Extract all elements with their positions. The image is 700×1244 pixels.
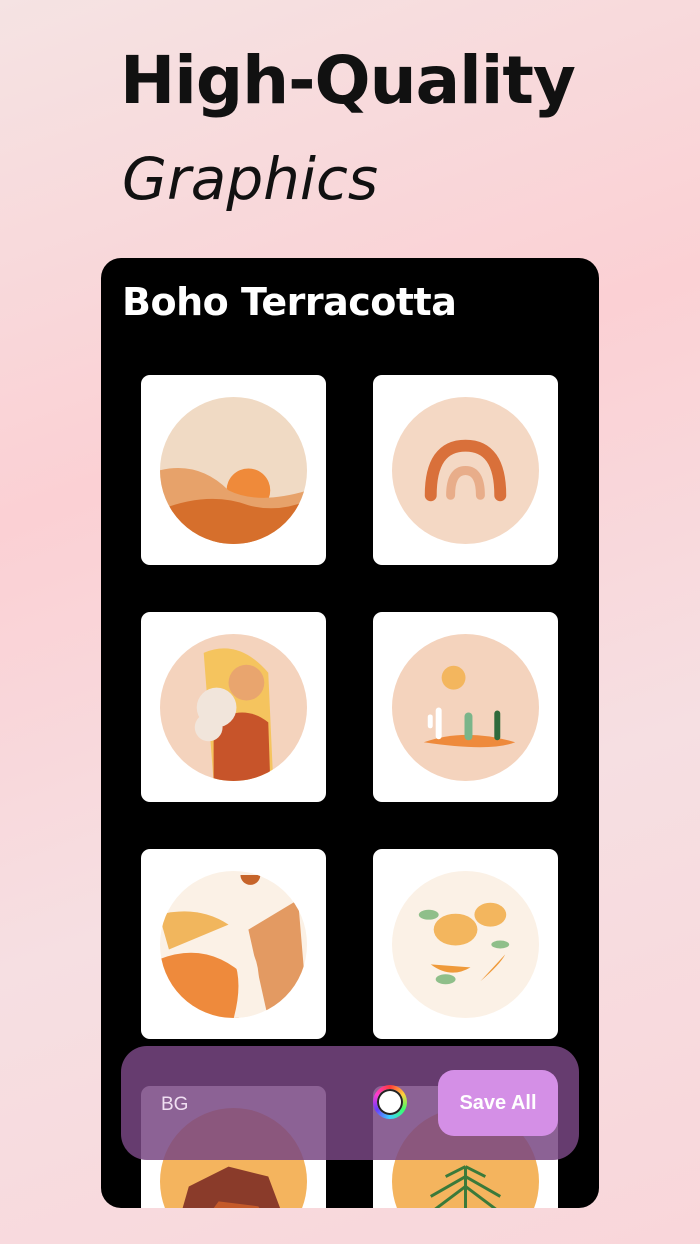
hero-subtitle: Graphics <box>122 145 379 213</box>
bottom-toolbar: BG Save All <box>121 1046 579 1160</box>
bg-label[interactable]: BG <box>161 1094 188 1116</box>
icon-card-rainbow[interactable] <box>373 375 558 565</box>
woman-with-flowers-icon <box>159 633 308 782</box>
selected-color-swatch <box>377 1089 403 1115</box>
rainbow-icon <box>391 396 540 545</box>
desert-cactus-icon <box>391 633 540 782</box>
river-valley-icon <box>159 870 308 1019</box>
color-picker-icon[interactable] <box>373 1085 407 1119</box>
sunset-mountains-icon <box>159 396 308 545</box>
icon-card-sunset[interactable] <box>141 375 326 565</box>
save-all-button[interactable]: Save All <box>438 1070 558 1136</box>
pack-title: Boho Terracotta <box>122 280 457 324</box>
hero-title: High-Quality <box>120 42 576 119</box>
icon-card-lemons[interactable] <box>373 849 558 1039</box>
phone-screen: Boho Terracotta BG Save All <box>101 258 599 1208</box>
lemons-icon <box>391 870 540 1019</box>
icon-card-desert[interactable] <box>373 612 558 802</box>
icon-card-woman[interactable] <box>141 612 326 802</box>
icon-card-river[interactable] <box>141 849 326 1039</box>
